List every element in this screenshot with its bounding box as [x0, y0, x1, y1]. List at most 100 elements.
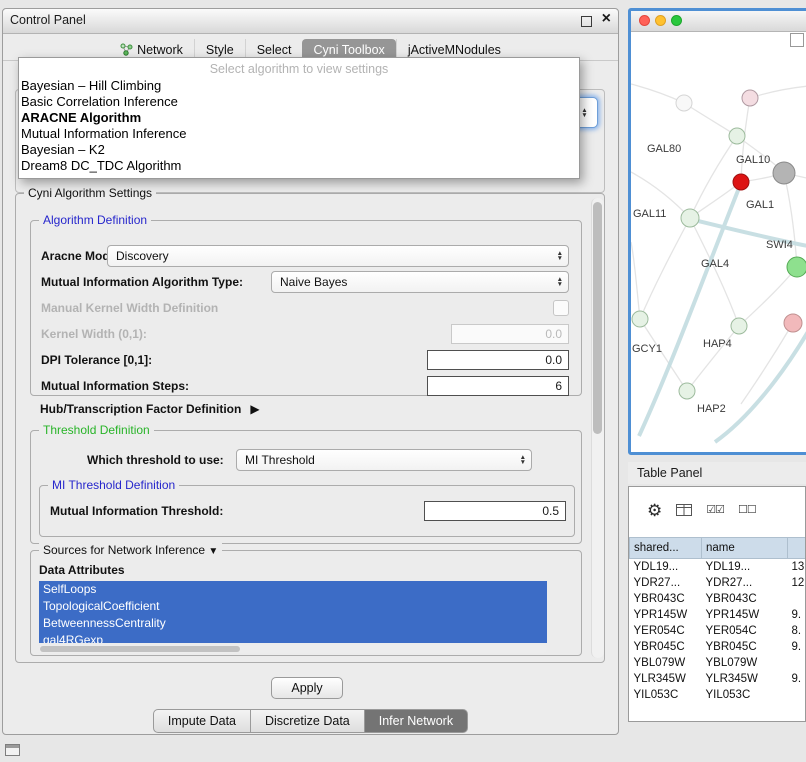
mi-algorithm-type-select[interactable]: Naive Bayes ▲ ▼ — [271, 271, 569, 293]
table-row[interactable]: YLR345WYLR345W9. — [630, 671, 806, 687]
horizontal-scrollbar[interactable] — [39, 645, 547, 653]
cell[interactable]: YPR145W — [702, 607, 788, 623]
gear-icon[interactable]: ⚙ — [647, 502, 662, 519]
sources-title: Sources for Network Inference — [43, 543, 205, 557]
network-node-gal11[interactable] — [681, 209, 699, 227]
algorithm-option[interactable]: Basic Correlation Inference — [19, 94, 579, 110]
mi-threshold-field[interactable]: 0.5 — [424, 501, 566, 521]
cell[interactable]: YER054C — [630, 623, 702, 639]
cell[interactable]: YDR27... — [630, 575, 702, 591]
column-header[interactable]: shared... — [630, 538, 702, 559]
cell[interactable]: YDR27... — [702, 575, 788, 591]
which-threshold-select[interactable]: MI Threshold ▲ ▼ — [236, 449, 532, 471]
group-title: Threshold Definition — [39, 423, 154, 437]
cell[interactable]: 8. — [788, 623, 806, 639]
cell[interactable] — [788, 687, 806, 703]
tab-infer-network[interactable]: Infer Network — [365, 709, 468, 733]
float-window-icon[interactable] — [581, 16, 592, 27]
cell[interactable]: YBR045C — [630, 639, 702, 655]
scrollbar-box[interactable] — [790, 33, 804, 47]
data-attribute-item[interactable]: SelfLoops — [39, 581, 547, 598]
expanded-arrow-icon[interactable]: ▼ — [208, 546, 218, 557]
combo-down-icon: ▼ — [557, 282, 563, 287]
dpi-tolerance-field[interactable]: 0.0 — [427, 350, 569, 370]
cell[interactable]: YBL079W — [630, 655, 702, 671]
sources-group: Sources for Network Inference ▼ Data Att… — [30, 550, 582, 656]
network-node[interactable] — [731, 318, 747, 334]
network-node[interactable] — [784, 314, 802, 332]
columns-icon[interactable] — [676, 503, 692, 517]
scrollbar-thumb[interactable] — [593, 202, 602, 434]
which-threshold-value: MI Threshold — [245, 453, 315, 467]
cell[interactable]: 12 — [788, 575, 806, 591]
network-node[interactable] — [676, 95, 692, 111]
table-row[interactable]: YER054CYER054C8. — [630, 623, 806, 639]
cell[interactable]: 9. — [788, 607, 806, 623]
scrollbar-thumb[interactable] — [40, 646, 240, 652]
collapsed-arrow-icon[interactable]: ▶ — [250, 402, 259, 416]
network-node-hap2[interactable] — [679, 383, 695, 399]
cell[interactable]: YLR345W — [702, 671, 788, 687]
cell[interactable]: YBL079W — [702, 655, 788, 671]
table-row[interactable]: YBR043CYBR043C — [630, 591, 806, 607]
cell[interactable]: 9. — [788, 671, 806, 687]
cell[interactable]: YER054C — [702, 623, 788, 639]
cell[interactable]: YDL19... — [702, 559, 788, 576]
table-row[interactable]: YBL079WYBL079W — [630, 655, 806, 671]
data-attribute-item[interactable]: BetweennessCentrality — [39, 615, 547, 632]
table-row[interactable]: YIL053CYIL053C — [630, 687, 806, 703]
cell[interactable]: YIL053C — [630, 687, 702, 703]
minimize-traffic-light-icon[interactable] — [655, 15, 666, 26]
zoom-traffic-light-icon[interactable] — [671, 15, 682, 26]
group-title: MI Threshold Definition — [48, 478, 179, 492]
algorithm-option[interactable]: Mutual Information Inference — [19, 126, 579, 142]
network-window-titlebar[interactable] — [631, 11, 806, 32]
cell[interactable]: YPR145W — [630, 607, 702, 623]
dropdown-placeholder: Select algorithm to view settings — [19, 60, 579, 78]
kernel-width-field[interactable]: 0.0 — [451, 324, 569, 344]
cell[interactable]: YDL19... — [630, 559, 702, 576]
cell[interactable]: YBR045C — [702, 639, 788, 655]
select-all-checkboxes-icon[interactable]: ☑☑ — [706, 505, 724, 516]
algorithm-option[interactable]: Bayesian – K2 — [19, 142, 579, 158]
table-row[interactable]: YBR045CYBR045C9. — [630, 639, 806, 655]
data-attribute-item[interactable]: TopologicalCoefficient — [39, 598, 547, 615]
close-traffic-light-icon[interactable] — [639, 15, 650, 26]
algorithm-option[interactable]: Bayesian – Hill Climbing — [19, 78, 579, 94]
network-node-swi4[interactable] — [787, 257, 806, 277]
column-header[interactable] — [788, 538, 806, 559]
vertical-scrollbar[interactable] — [591, 198, 604, 658]
cell[interactable]: YLR345W — [630, 671, 702, 687]
hub-transcription-factor-section[interactable]: Hub/Transcription Factor Definition ▶ — [40, 402, 260, 416]
cell[interactable]: 13 — [788, 559, 806, 576]
minimized-window-icon[interactable] — [5, 744, 20, 756]
mi-steps-field[interactable]: 6 — [427, 376, 569, 396]
tab-impute-data[interactable]: Impute Data — [153, 709, 251, 733]
close-icon[interactable]: × — [602, 10, 611, 28]
cell[interactable]: YIL053C — [702, 687, 788, 703]
manual-kernel-width-checkbox[interactable] — [553, 300, 569, 316]
network-node[interactable] — [632, 311, 648, 327]
cell[interactable]: YBR043C — [630, 591, 702, 607]
network-node[interactable] — [742, 90, 758, 106]
network-node-gal10[interactable] — [773, 162, 795, 184]
table-row[interactable]: YPR145WYPR145W9. — [630, 607, 806, 623]
deselect-all-checkboxes-icon[interactable]: ☐☐ — [738, 505, 756, 516]
table-row[interactable]: YDR27...YDR27...12 — [630, 575, 806, 591]
cell[interactable]: 9. — [788, 639, 806, 655]
data-attribute-item[interactable]: gal4RGexp — [39, 632, 547, 643]
tab-discretize-data[interactable]: Discretize Data — [251, 709, 365, 733]
cell[interactable]: YBR043C — [702, 591, 788, 607]
aracne-mode-select[interactable]: Discovery ▲ ▼ — [107, 245, 569, 267]
cell[interactable] — [788, 591, 806, 607]
network-node-highlighted-red[interactable] — [733, 174, 749, 190]
algorithm-option[interactable]: Dream8 DC_TDC Algorithm — [19, 158, 579, 174]
network-node[interactable] — [729, 128, 745, 144]
table-row[interactable]: YDL19...YDL19...13 — [630, 559, 806, 576]
data-attributes-list[interactable]: SelfLoops TopologicalCoefficient Between… — [39, 581, 547, 643]
network-canvas[interactable]: GAL80 GAL10 GAL1 GAL11 SWI4 GAL4 GCY1 HA… — [631, 32, 806, 452]
algorithm-option-selected[interactable]: ARACNE Algorithm — [19, 110, 579, 126]
cell[interactable] — [788, 655, 806, 671]
column-header[interactable]: name — [702, 538, 788, 559]
apply-button[interactable]: Apply — [271, 677, 343, 699]
